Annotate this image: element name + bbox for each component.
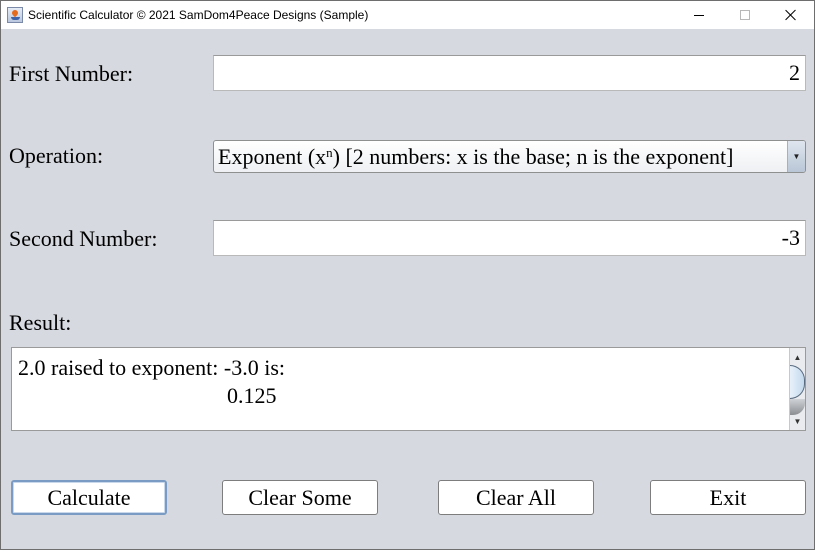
operation-text-prefix: Exponent (x — [218, 143, 327, 169]
result-line-1: 2.0 raised to exponent: -3.0 is: — [18, 355, 286, 380]
close-button[interactable] — [768, 1, 814, 29]
exit-button[interactable]: Exit — [650, 480, 806, 515]
operation-dropdown[interactable]: Exponent (xn) [2 numbers: x is the base;… — [213, 140, 806, 173]
operation-selected-value: Exponent (xn) [2 numbers: x is the base;… — [214, 144, 787, 170]
scroll-down-icon[interactable]: ▼ — [790, 414, 805, 428]
window-controls — [676, 1, 814, 29]
first-number-input[interactable] — [213, 55, 806, 91]
result-line-2: 0.125 — [18, 383, 277, 408]
first-number-label: First Number: — [9, 61, 134, 86]
close-icon — [785, 9, 797, 21]
minimize-icon — [694, 14, 704, 16]
chevron-down-icon[interactable]: ▼ — [787, 141, 805, 172]
second-number-input[interactable] — [213, 220, 806, 256]
scroll-up-icon[interactable]: ▲ — [790, 350, 805, 364]
calculate-button[interactable]: Calculate — [11, 480, 167, 515]
scroll-track — [790, 399, 805, 415]
java-app-icon — [7, 7, 23, 23]
operation-label: Operation: — [9, 143, 104, 168]
clear-some-button[interactable]: Clear Some — [222, 480, 378, 515]
result-scrollbar[interactable]: ▲ ▼ — [789, 348, 805, 430]
result-output: 2.0 raised to exponent: -3.0 is: 0.125 — [18, 354, 285, 410]
clear-all-button[interactable]: Clear All — [438, 480, 594, 515]
scroll-thumb[interactable] — [790, 365, 805, 399]
second-number-label: Second Number: — [9, 226, 158, 251]
maximize-button[interactable] — [722, 1, 768, 29]
window-title: Scientific Calculator © 2021 SamDom4Peac… — [28, 8, 369, 22]
result-text-area[interactable]: 2.0 raised to exponent: -3.0 is: 0.125 ▲… — [11, 347, 806, 431]
result-label: Result: — [9, 310, 72, 335]
maximize-icon — [740, 10, 750, 20]
title-bar[interactable]: Scientific Calculator © 2021 SamDom4Peac… — [1, 1, 814, 29]
calculator-window: Scientific Calculator © 2021 SamDom4Peac… — [0, 0, 815, 550]
minimize-button[interactable] — [676, 1, 722, 29]
operation-text-suffix: ) [2 numbers: x is the base; n is the ex… — [332, 143, 734, 169]
